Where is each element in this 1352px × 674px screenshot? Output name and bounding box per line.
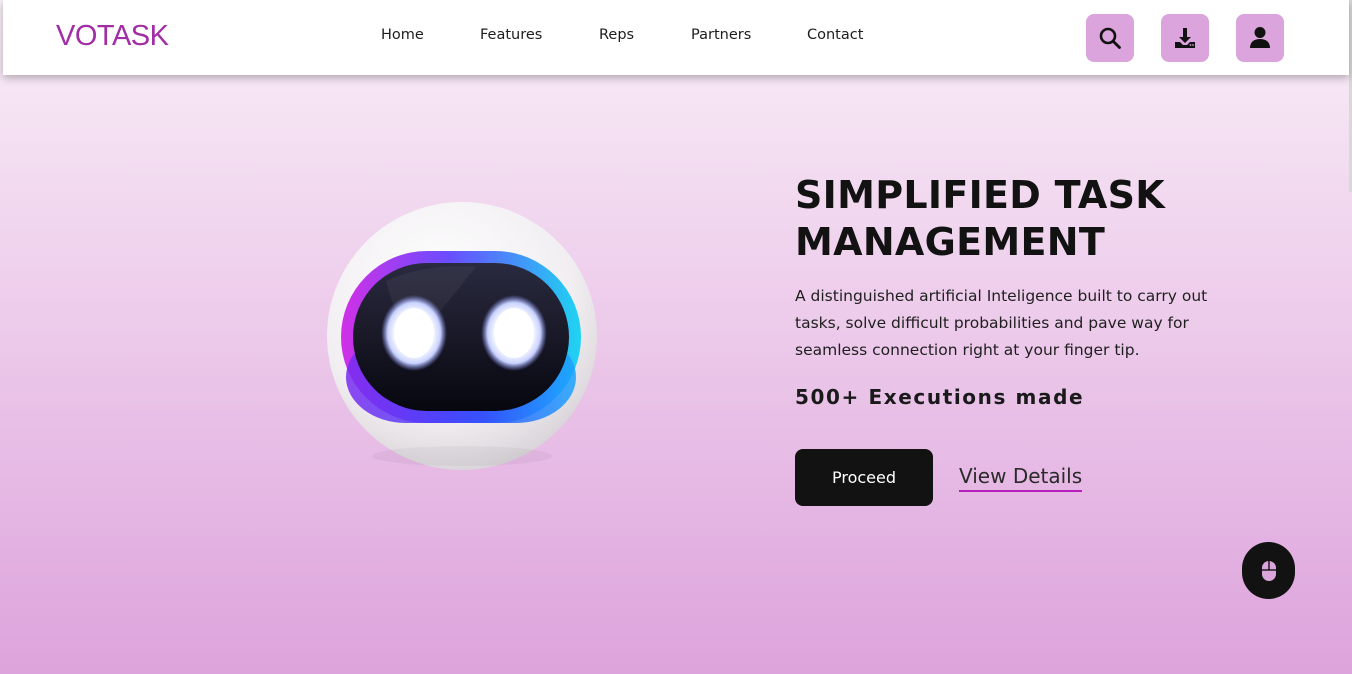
download-button[interactable] [1161,14,1209,62]
top-navbar: VOTASK Home Features Reps Partners Conta… [3,0,1349,75]
search-button[interactable] [1086,14,1134,62]
nav-link-partners[interactable]: Partners [691,27,751,43]
mouse-icon [1261,560,1276,581]
hero-description: A distinguished artificial Inteligence b… [795,287,1208,359]
nav-link-reps[interactable]: Reps [599,27,634,43]
page-scrollbar[interactable] [1348,0,1352,674]
profile-button[interactable] [1236,14,1284,62]
hero-title: SIMPLIFIED TASK MANAGEMENT [795,173,1166,264]
user-icon [1250,27,1270,48]
nav-link-home[interactable]: Home [381,27,424,43]
download-icon [1175,28,1195,48]
search-icon [1099,27,1121,49]
executions-stat: 500+ Executions made [795,385,1085,409]
nav-link-features[interactable]: Features [480,27,542,43]
landing-page: VOTASK Home Features Reps Partners Conta… [0,0,1352,674]
view-details-link[interactable]: View Details [959,464,1083,492]
nav-link-contact[interactable]: Contact [807,27,863,43]
robot-mascot-image [326,201,598,471]
brand-logo[interactable]: VOTASK [56,20,169,53]
proceed-button[interactable]: Proceed [795,449,933,506]
scroll-down-button[interactable] [1242,542,1295,599]
